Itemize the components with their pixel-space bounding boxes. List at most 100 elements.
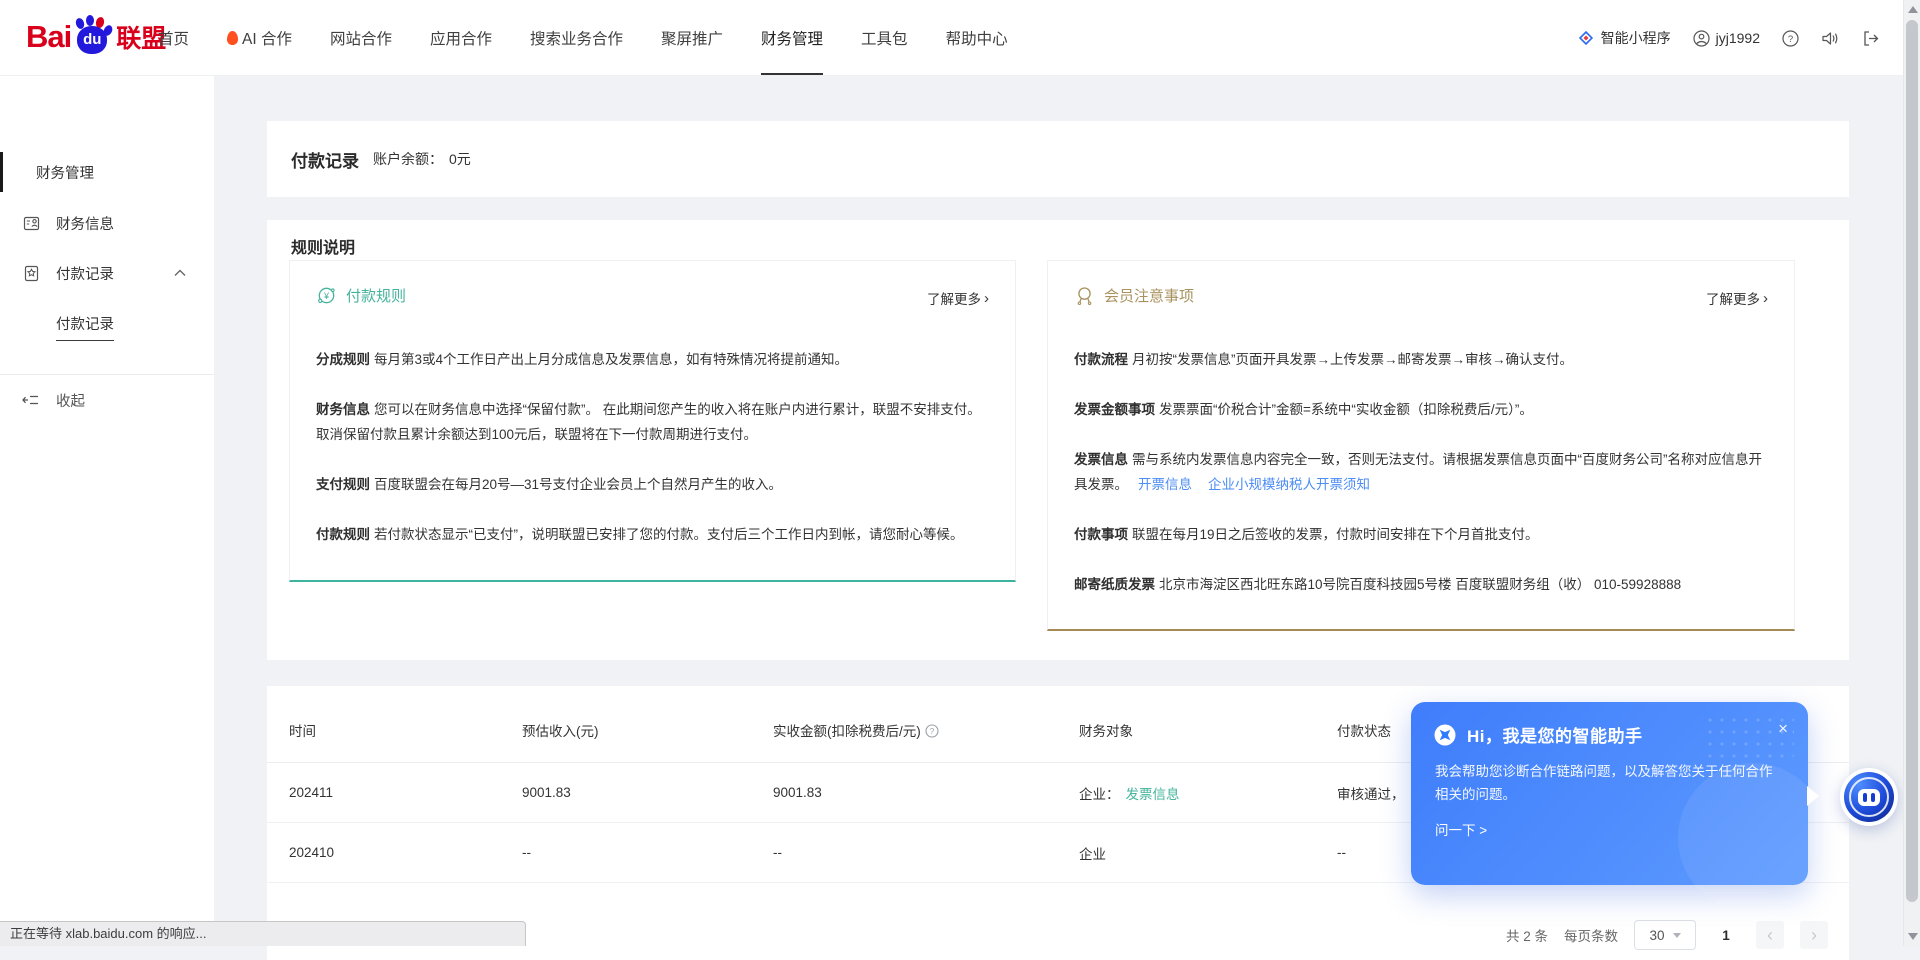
help-icon: ?: [1782, 30, 1799, 47]
assistant-header: Hi，我是您的智能助手 ×: [1411, 702, 1808, 747]
rule-item: 发票信息需与系统内发票信息内容完全一致，否则无法支付。请根据发票信息页面中“百度…: [1074, 447, 1768, 497]
nav-item-label: 财务管理: [761, 27, 823, 49]
sidebar-group-finance-management[interactable]: 财务管理: [0, 152, 214, 192]
page-title: 付款记录: [291, 147, 359, 172]
sidebar-item-label: 付款记录: [56, 263, 114, 284]
column-label: 付款状态: [1337, 724, 1391, 739]
nav-item-应用合作[interactable]: 应用合作: [430, 0, 492, 76]
rule-item-lead: 付款流程: [1074, 352, 1128, 367]
sound-button[interactable]: [1821, 30, 1840, 47]
robot-face-icon: [1858, 789, 1880, 806]
payment-rules-more-link[interactable]: 了解更多 ›: [927, 288, 989, 308]
cell-entity: 企业： 发票信息: [1079, 783, 1337, 803]
payment-rules-card-header: ¥ 付款规则: [316, 285, 406, 306]
payment-records-overview-card: 付款记录 账户余额： 0元: [267, 121, 1849, 197]
column-label: 时间: [289, 724, 316, 739]
rule-link-企业小规模纳税人开票须知[interactable]: 企业小规模纳税人开票须知: [1208, 477, 1370, 492]
payment-rules-title: 付款规则: [346, 285, 406, 306]
nav-item-财务管理[interactable]: 财务管理: [761, 0, 823, 76]
speaker-icon: [1821, 30, 1840, 47]
scroll-down-arrow-icon[interactable]: [1908, 933, 1918, 940]
member-notes-title: 会员注意事项: [1104, 285, 1194, 306]
payment-records-icon: [22, 265, 40, 282]
per-page-value: 30: [1649, 928, 1664, 943]
sidebar-item-finance-info[interactable]: 财务信息: [0, 203, 214, 243]
cell-time: 202410: [289, 845, 522, 860]
rule-item: 财务信息您可以在财务信息中选择“保留付款”。 在此期间您产生的收入将在账户内进行…: [316, 397, 989, 447]
scroll-up-arrow-icon[interactable]: [1908, 6, 1918, 13]
assistant-message: 我会帮助您诊断合作链路问题，以及解答您关于任何合作相关的问题。: [1411, 747, 1808, 806]
active-group-indicator: [0, 152, 3, 192]
rule-item: 付款规则若付款状态显示“已支付”，说明联盟已安排了您的付款。支付后三个工作日内到…: [316, 522, 989, 547]
prev-page-button[interactable]: ‹: [1756, 921, 1784, 949]
flame-icon: [227, 31, 238, 45]
miniapp-label: 智能小程序: [1601, 28, 1671, 48]
cell-estimated: --: [522, 845, 773, 860]
rule-item-lead: 财务信息: [316, 402, 370, 417]
payment-rules-card: ¥ 付款规则 了解更多 › 分成规则每月第3或4个工作日产出上月分成信息及发票信…: [289, 260, 1016, 582]
rule-item: 分成规则每月第3或4个工作日产出上月分成信息及发票信息，如有特殊情况将提前通知。: [316, 347, 989, 372]
help-button[interactable]: ?: [1782, 30, 1799, 47]
rule-item-lead: 付款事项: [1074, 527, 1128, 542]
user-menu[interactable]: jyj1992: [1693, 30, 1760, 47]
more-label: 了解更多: [927, 288, 981, 308]
rule-link-开票信息[interactable]: 开票信息: [1138, 477, 1192, 492]
svg-text:?: ?: [930, 727, 935, 736]
sidebar-collapse-button[interactable]: 收起: [0, 380, 214, 420]
logo-text-bai: Bai: [26, 19, 71, 55]
sidebar-subitem-payment-records[interactable]: 付款记录: [0, 303, 214, 343]
nav-item-帮助中心[interactable]: 帮助中心: [946, 0, 1008, 76]
column-label: 预估收入(元): [522, 724, 599, 739]
member-notes-more-link[interactable]: 了解更多 ›: [1706, 288, 1768, 308]
rule-item: 发票金额事项发票票面“价税合计”金额=系统中“实收金额（扣除税费后/元）”。: [1074, 397, 1768, 422]
rule-item-lead: 发票信息: [1074, 452, 1128, 467]
help-circle-icon[interactable]: ?: [925, 724, 939, 738]
nav-item-label: 搜索业务合作: [530, 27, 623, 49]
nav-right-controls: 智能小程序 jyj1992 ?: [1577, 0, 1880, 76]
vertical-scrollbar[interactable]: [1903, 0, 1920, 946]
nav-item-AI 合作[interactable]: AI 合作: [227, 0, 292, 76]
assistant-robot-button[interactable]: [1840, 768, 1898, 826]
rule-item-lead: 支付规则: [316, 477, 370, 492]
cell-estimated: 9001.83: [522, 785, 773, 800]
page-number-1[interactable]: 1: [1712, 921, 1740, 949]
rule-item-lead: 付款规则: [316, 527, 370, 542]
rule-item-lead: 邮寄纸质发票: [1074, 577, 1155, 592]
column-label: 实收金额(扣除税费后/元): [773, 724, 921, 739]
column-label: 财务对象: [1079, 724, 1133, 739]
member-notes-body: 付款流程月初按“发票信息”页面开具发票→上传发票→邮寄发票→审核→确认支付。发票…: [1074, 347, 1768, 597]
cell-actual: 9001.83: [773, 785, 1079, 800]
cell-time: 202411: [289, 785, 522, 800]
nav-item-网站合作[interactable]: 网站合作: [330, 0, 392, 76]
chevron-right-icon: ›: [1763, 290, 1768, 307]
member-notes-card: 会员注意事项 了解更多 › 付款流程月初按“发票信息”页面开具发票→上传发票→邮…: [1047, 260, 1795, 631]
balance-value: 0元: [449, 149, 471, 169]
nav-item-label: 工具包: [861, 27, 908, 49]
close-icon[interactable]: ×: [1778, 720, 1788, 737]
logout-button[interactable]: [1862, 30, 1880, 47]
rule-item: 邮寄纸质发票北京市海淀区西北旺东路10号院百度科技园5号楼 百度联盟财务组（收）…: [1074, 572, 1768, 597]
assistant-ask-link[interactable]: 问一下 >: [1411, 806, 1808, 839]
nav-item-工具包[interactable]: 工具包: [861, 0, 908, 76]
sidebar-item-payment-records[interactable]: 付款记录: [0, 253, 214, 293]
scrollbar-thumb[interactable]: [1906, 20, 1918, 902]
account-balance: 账户余额： 0元: [373, 149, 471, 169]
sidebar-item-label: 财务信息: [56, 213, 114, 234]
invoice-info-link[interactable]: 发票信息: [1126, 787, 1180, 802]
table-column-header: 时间: [289, 720, 522, 740]
nav-item-label: 首页: [158, 27, 189, 49]
miniapp-entry[interactable]: 智能小程序: [1577, 28, 1671, 48]
next-page-button[interactable]: ›: [1800, 921, 1828, 949]
entity-label: 企业：: [1079, 787, 1120, 802]
nav-item-label: 网站合作: [330, 27, 392, 49]
nav-item-首页[interactable]: 首页: [158, 0, 189, 76]
assistant-popup: Hi，我是您的智能助手 × 我会帮助您诊断合作链路问题，以及解答您关于任何合作相…: [1411, 702, 1808, 885]
baidu-union-logo[interactable]: Bai du 联盟: [26, 17, 166, 57]
chevron-right-icon: ›: [984, 290, 989, 307]
nav-item-聚屏推广[interactable]: 聚屏推广: [661, 0, 723, 76]
rule-item-lead: 发票金额事项: [1074, 402, 1155, 417]
payment-rules-icon: ¥: [316, 285, 337, 306]
rule-item: 付款流程月初按“发票信息”页面开具发票→上传发票→邮寄发票→审核→确认支付。: [1074, 347, 1768, 372]
nav-item-搜索业务合作[interactable]: 搜索业务合作: [530, 0, 623, 76]
table-column-header: 实收金额(扣除税费后/元)?: [773, 720, 1079, 740]
